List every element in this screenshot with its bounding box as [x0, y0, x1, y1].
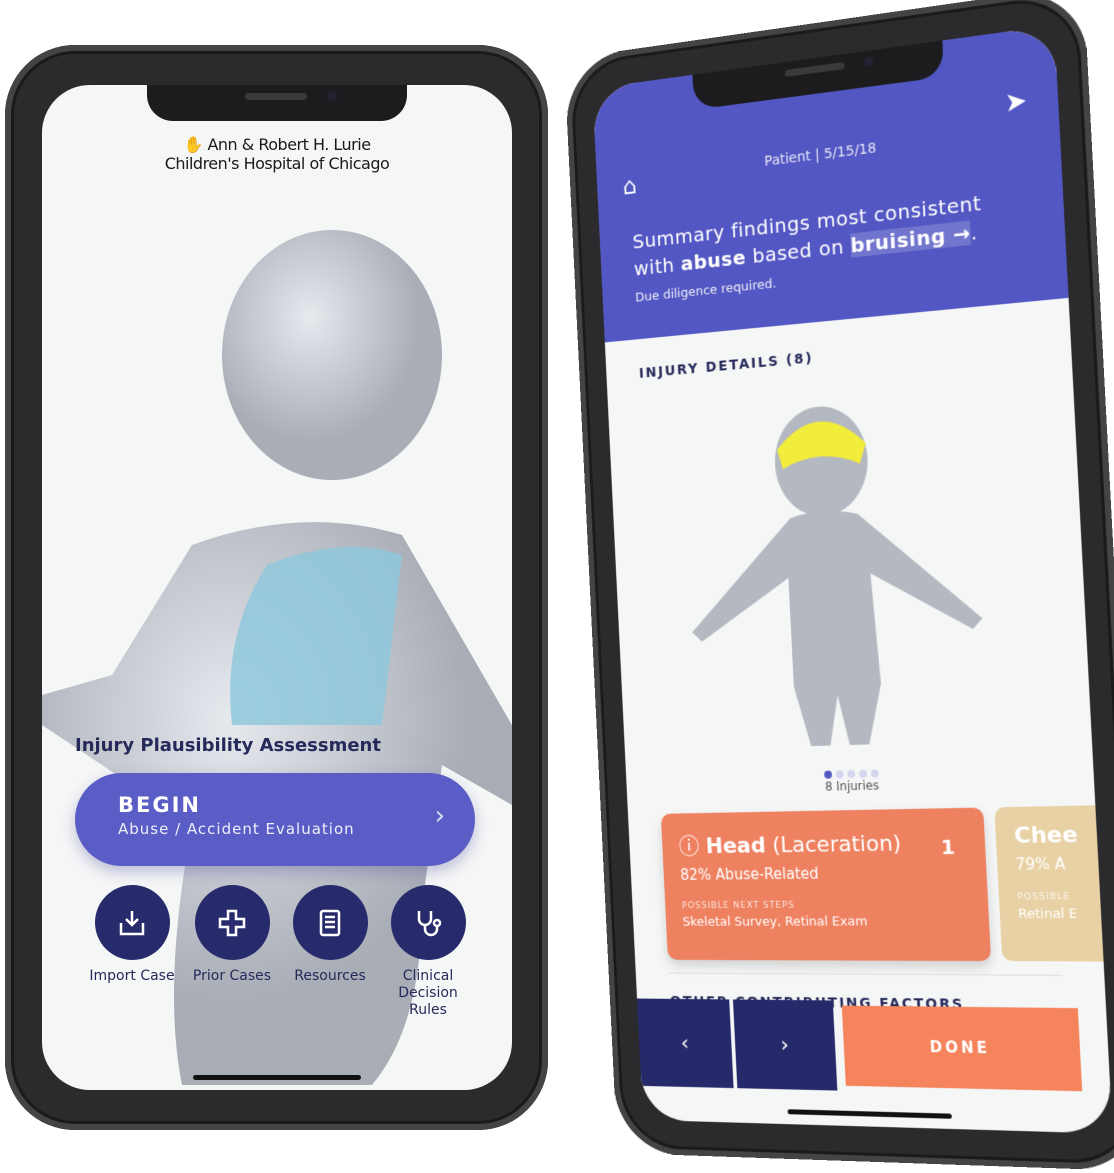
left-phone: ✋ Ann & Robert H. Lurie Children's Hospi…	[5, 45, 548, 1130]
next-button[interactable]: ›	[733, 999, 837, 1090]
injury-number: 1	[940, 835, 955, 860]
divider	[669, 973, 1063, 976]
injury-card-cheek[interactable]: Chee 79% A POSSIBLE Retinal E	[994, 804, 1112, 961]
import-case-button[interactable]: Import Case	[87, 885, 177, 985]
begin-button[interactable]: BEGIN Abuse / Accident Evaluation ›	[75, 773, 475, 866]
chevron-right-icon: ›	[435, 801, 445, 831]
home-indicator	[787, 1109, 951, 1119]
app-title: Injury Plausibility Assessment	[75, 735, 381, 756]
alert-icon: ⓘ	[678, 835, 700, 860]
summary-screen: ⌂ Patient | 5/15/18 ➤ Summary findings m…	[592, 25, 1112, 1134]
import-icon	[95, 885, 170, 960]
prior-cases-button[interactable]: Prior Cases	[187, 885, 277, 985]
due-diligence-note: Due diligence required.	[635, 276, 777, 305]
plus-icon	[195, 885, 270, 960]
notch	[147, 85, 407, 121]
home-indicator	[193, 1075, 361, 1080]
hand-logo-icon: ✋	[183, 135, 202, 154]
resources-button[interactable]: Resources	[285, 885, 375, 985]
stethoscope-icon	[391, 885, 466, 960]
clinical-decision-rules-button[interactable]: Clinical Decision Rules	[383, 885, 473, 1019]
home-screen: ✋ Ann & Robert H. Lurie Children's Hospi…	[42, 85, 512, 1090]
previous-button[interactable]: ‹	[637, 999, 734, 1089]
send-icon[interactable]: ➤	[1004, 86, 1028, 119]
right-phone: ⌂ Patient | 5/15/18 ➤ Summary findings m…	[564, 0, 1114, 1171]
injury-card-head[interactable]: ⓘ Head (Laceration) 82% Abuse-Related PO…	[661, 808, 991, 962]
baby-3d-model	[662, 372, 1009, 760]
summary-text: Summary findings most consistent with ab…	[632, 189, 983, 283]
injury-details-heading: INJURY DETAILS (8)	[639, 350, 814, 381]
done-button[interactable]: DONE	[842, 1006, 1082, 1092]
hospital-logo: ✋ Ann & Robert H. Lurie Children's Hospi…	[42, 135, 512, 173]
patient-info: Patient | 5/15/18	[597, 118, 1060, 190]
book-icon	[293, 885, 368, 960]
